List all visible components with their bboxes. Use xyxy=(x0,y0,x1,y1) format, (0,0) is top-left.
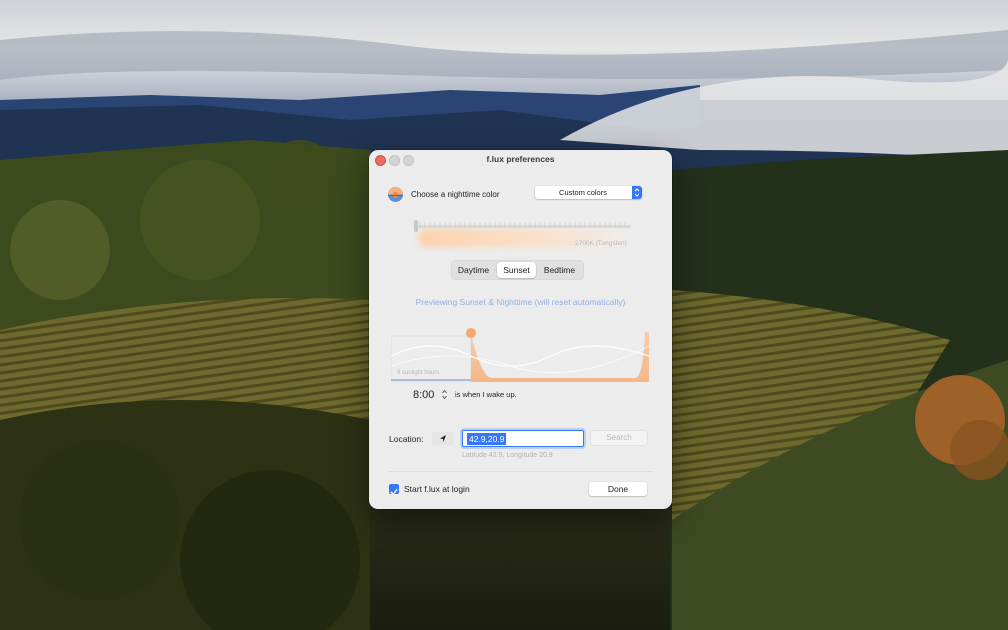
tab-sunset[interactable]: Sunset xyxy=(497,262,536,278)
title-bar: f.lux preferences xyxy=(369,150,672,169)
nighttime-color-label: Choose a nighttime color xyxy=(411,190,500,199)
tab-daytime[interactable]: Daytime xyxy=(451,260,496,280)
slider-knob[interactable] xyxy=(414,220,418,232)
location-input[interactable]: 42.9,20.9 xyxy=(462,430,584,447)
window-title: f.lux preferences xyxy=(486,154,555,164)
sunset-marker-dot[interactable] xyxy=(466,328,476,338)
location-arrow-icon xyxy=(440,435,446,442)
wake-time-suffix: is when I wake up. xyxy=(455,390,517,399)
sunlight-hours-label: 9 sunlight hours xyxy=(397,370,440,376)
flux-preferences-window: f.lux preferences Choose a nighttime col… xyxy=(369,150,672,509)
start-at-login-label[interactable]: Start f.lux at login xyxy=(404,484,470,494)
coordinates-text: Latitude 42.9, Longitude 20.9 xyxy=(462,452,553,459)
location-input-value: 42.9,20.9 xyxy=(467,433,507,445)
mode-segmented-control: Daytime Sunset Bedtime xyxy=(451,260,584,280)
checkmark-icon xyxy=(390,489,398,495)
popup-arrows-icon xyxy=(632,186,642,199)
tab-bedtime[interactable]: Bedtime xyxy=(537,260,582,280)
wake-time-value[interactable]: 8:00 xyxy=(413,389,434,401)
slider-ticks xyxy=(419,222,626,228)
wake-time-stepper[interactable] xyxy=(441,388,448,401)
start-at-login-checkbox[interactable] xyxy=(389,484,399,495)
nighttime-color-popup[interactable]: Custom colors xyxy=(535,186,642,199)
color-temperature-label: 2700K (Tungsten) xyxy=(575,240,627,247)
sunset-icon xyxy=(388,187,403,202)
nighttime-color-row: Choose a nighttime color Custom colors xyxy=(388,186,653,203)
locate-me-button[interactable] xyxy=(432,432,454,445)
location-label: Location: xyxy=(389,434,424,444)
search-button[interactable]: Search xyxy=(591,431,647,445)
done-button[interactable]: Done xyxy=(589,482,647,496)
divider xyxy=(388,471,653,472)
preview-status-text: Previewing Sunset & Nighttime (will rese… xyxy=(415,297,626,307)
nighttime-color-popup-value: Custom colors xyxy=(559,188,607,197)
